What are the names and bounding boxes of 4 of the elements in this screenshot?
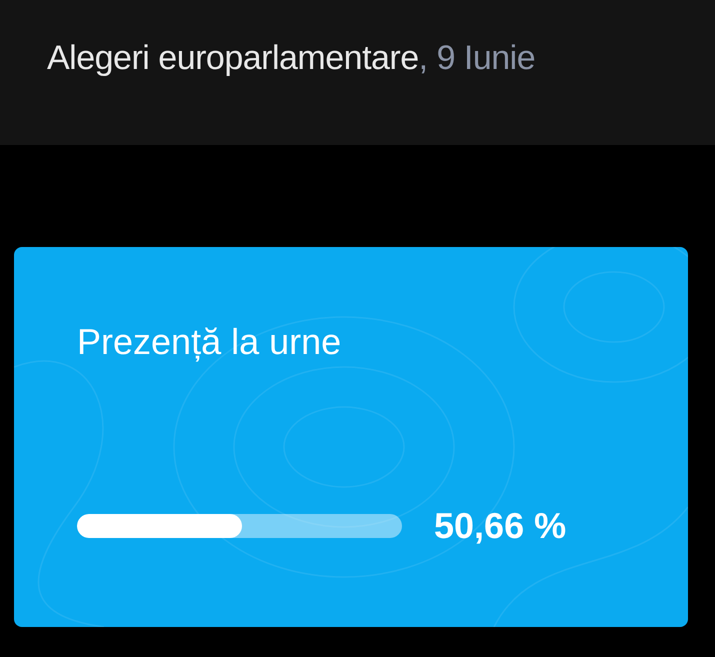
- turnout-percentage: 50,66 %: [434, 505, 566, 547]
- election-date: , 9 Iunie: [418, 39, 536, 78]
- page-title: Alegeri europarlamentare: [47, 39, 419, 78]
- card-title: Prezență la urne: [77, 321, 342, 363]
